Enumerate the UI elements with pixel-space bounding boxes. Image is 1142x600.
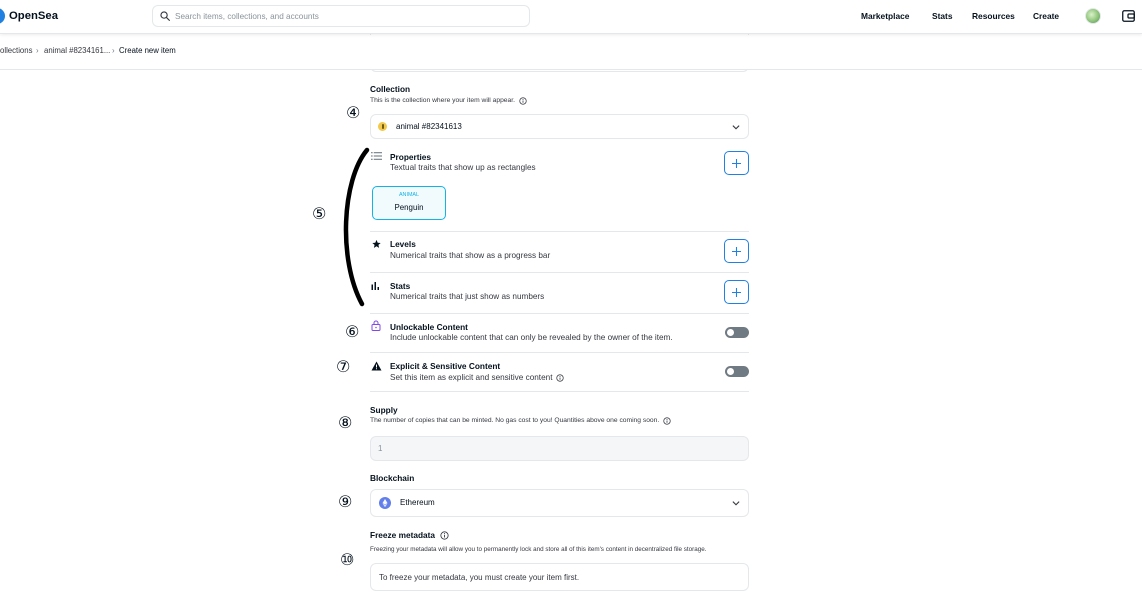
divider — [370, 231, 749, 232]
explicit-description-text: Set this item as explicit and sensitive … — [390, 373, 553, 382]
warning-icon — [371, 361, 382, 371]
supply-label: Supply — [370, 405, 398, 415]
search-box[interactable] — [152, 5, 530, 27]
property-type: ANIMAL — [398, 192, 420, 198]
toggle-knob — [727, 329, 734, 336]
freeze-metadata-message: To freeze your metadata, you must create… — [379, 573, 580, 582]
toggle-knob — [727, 368, 734, 375]
freeze-metadata-box: To freeze your metadata, you must create… — [370, 563, 749, 591]
logo-text[interactable]: OpenSea — [9, 9, 58, 23]
breadcrumb-separator: › — [36, 46, 39, 55]
wallet-icon[interactable] — [1122, 10, 1135, 22]
explicit-label: Explicit & Sensitive Content — [390, 361, 501, 371]
plus-icon — [732, 287, 741, 297]
breadcrumb-collection-name[interactable]: animal #8234161... — [44, 45, 110, 57]
divider — [370, 272, 749, 273]
add-stat-button[interactable] — [724, 280, 749, 304]
annotation-7: ⑦ — [336, 357, 351, 376]
collection-selected: animal #82341613 — [396, 122, 462, 131]
annotation-5: ⑤ — [312, 204, 327, 223]
freeze-metadata-label: Freeze metadata — [370, 530, 436, 540]
bar-chart-icon — [371, 282, 379, 290]
nav-create[interactable]: Create — [1033, 10, 1059, 22]
list-icon — [371, 152, 382, 160]
breadcrumb-separator: › — [112, 46, 115, 55]
breadcrumb: ollections › animal #8234161... › Create… — [0, 35, 1142, 70]
chevron-down-icon — [732, 125, 740, 130]
collection-description-text: This is the collection where your item w… — [370, 97, 515, 104]
blockchain-select[interactable]: Ethereum — [370, 489, 749, 517]
lock-icon — [371, 320, 381, 331]
plus-icon — [732, 246, 741, 256]
nav-resources[interactable]: Resources — [972, 10, 1015, 22]
levels-description: Numerical traits that show as a progress… — [390, 251, 551, 260]
breadcrumb-collections[interactable]: ollections — [0, 45, 33, 57]
create-item-page: OpenSea Marketplace Stats Resources Crea… — [0, 0, 1142, 600]
divider — [370, 391, 749, 392]
freeze-metadata-heading: Freeze metadata — [370, 529, 449, 541]
annotation-4: ④ — [346, 103, 361, 122]
top-nav-bar: OpenSea Marketplace Stats Resources Crea… — [0, 0, 1142, 34]
collection-select[interactable]: animal #82341613 — [370, 114, 749, 139]
annotation-6: ⑥ — [345, 322, 360, 341]
annotation-9: ⑨ — [338, 492, 353, 511]
nav-marketplace[interactable]: Marketplace — [861, 10, 909, 22]
info-icon[interactable] — [663, 417, 671, 425]
supply-description: The number of copies that can be minted.… — [370, 416, 671, 426]
unlockable-description: Include unlockable content that can only… — [390, 333, 673, 342]
collection-label: Collection — [370, 84, 411, 94]
explicit-description: Set this item as explicit and sensitive … — [390, 372, 565, 384]
ethereum-icon — [379, 497, 391, 509]
property-card: ANIMAL Penguin — [372, 186, 446, 220]
freeze-metadata-description: Freezing your metadata will allow you to… — [370, 546, 707, 553]
add-property-button[interactable] — [724, 151, 749, 175]
explicit-toggle[interactable] — [725, 366, 749, 377]
info-icon[interactable] — [440, 530, 449, 540]
unlockable-toggle[interactable] — [725, 327, 749, 338]
chevron-down-icon — [732, 501, 740, 506]
search-input[interactable] — [175, 6, 525, 26]
annotation-10: ⑩ — [340, 550, 355, 569]
nav-stats[interactable]: Stats — [932, 10, 952, 22]
divider — [370, 313, 749, 314]
blockchain-selected: Ethereum — [400, 498, 435, 507]
annotation-8: ⑧ — [338, 413, 353, 432]
add-level-button[interactable] — [724, 239, 749, 263]
levels-label: Levels — [390, 239, 416, 249]
supply-input[interactable] — [370, 436, 749, 461]
search-icon — [160, 11, 170, 21]
info-icon[interactable] — [556, 374, 565, 382]
collection-description: This is the collection where your item w… — [370, 96, 527, 106]
info-icon[interactable] — [519, 97, 527, 105]
breadcrumb-current: Create new item — [119, 46, 176, 55]
supply-description-text: The number of copies that can be minted.… — [370, 417, 660, 424]
divider — [370, 352, 749, 353]
collection-avatar-icon — [378, 122, 387, 131]
opensea-logo-icon[interactable] — [0, 8, 5, 24]
blockchain-label: Blockchain — [370, 473, 415, 483]
properties-description: Textual traits that show up as rectangle… — [390, 163, 536, 172]
plus-icon — [732, 158, 741, 168]
property-value: Penguin — [394, 203, 424, 212]
star-icon — [372, 239, 381, 248]
profile-avatar[interactable] — [1085, 8, 1101, 24]
stats-description: Numerical traits that just show as numbe… — [390, 292, 545, 301]
